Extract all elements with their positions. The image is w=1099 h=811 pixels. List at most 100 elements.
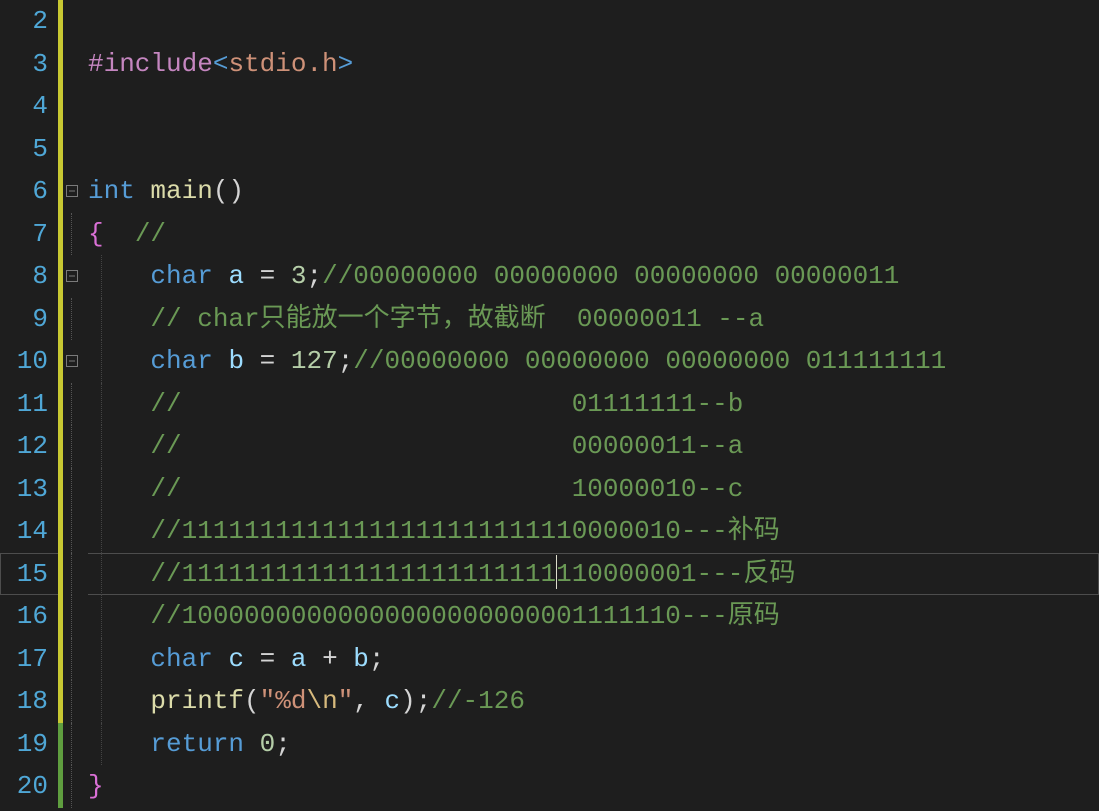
code-line[interactable]: 2 — [0, 0, 1099, 43]
gutter-marks — [58, 255, 88, 298]
token-op — [88, 729, 150, 759]
code-line[interactable]: 18 printf("%d\n", c);//-126 — [0, 680, 1099, 723]
token-ang: < — [213, 49, 229, 79]
token-kw: char — [150, 346, 212, 376]
line-number[interactable]: 11 — [0, 383, 58, 426]
code-content[interactable] — [88, 85, 1099, 128]
gutter-marks — [58, 765, 88, 808]
change-marker — [58, 255, 63, 298]
line-number[interactable]: 3 — [0, 43, 58, 86]
line-number[interactable]: 17 — [0, 638, 58, 681]
line-number[interactable]: 8 — [0, 255, 58, 298]
gutter-marks — [58, 213, 88, 256]
line-number[interactable]: 13 — [0, 468, 58, 511]
line-number[interactable]: 7 — [0, 213, 58, 256]
token-id: a — [228, 261, 244, 291]
code-content[interactable]: //11111111111111111111111110000010---补码 — [88, 510, 1099, 553]
indent-guide — [101, 680, 102, 723]
code-content[interactable]: // 10000010--c — [88, 468, 1099, 511]
code-line[interactable]: 6 int main() — [0, 170, 1099, 213]
code-line[interactable]: 14 //11111111111111111111111110000010---… — [0, 510, 1099, 553]
code-content[interactable]: char c = a + b; — [88, 638, 1099, 681]
token-cmt: 110000001---反码 — [556, 559, 795, 589]
code-content[interactable]: char b = 127;//00000000 00000000 0000000… — [88, 340, 1099, 383]
gutter-marks — [58, 170, 88, 213]
line-number[interactable]: 14 — [0, 510, 58, 553]
line-number[interactable]: 15 — [0, 553, 58, 596]
token-op — [88, 686, 150, 716]
fold-toggle-icon[interactable] — [66, 355, 78, 367]
code-line[interactable]: 10 char b = 127;//00000000 00000000 0000… — [0, 340, 1099, 383]
code-line[interactable]: 9 // char只能放一个字节，故截断 00000011 --a — [0, 298, 1099, 341]
code-line[interactable]: 13 // 10000010--c — [0, 468, 1099, 511]
line-number[interactable]: 2 — [0, 0, 58, 43]
code-content[interactable]: { // — [88, 213, 1099, 256]
token-pn: ; — [275, 729, 291, 759]
code-line[interactable]: 4 — [0, 85, 1099, 128]
gutter-marks — [58, 510, 88, 553]
code-line[interactable]: 7 { // — [0, 213, 1099, 256]
code-line[interactable]: 8 char a = 3;//00000000 00000000 0000000… — [0, 255, 1099, 298]
change-marker — [58, 680, 63, 723]
token-op: = — [244, 346, 291, 376]
code-content[interactable]: // char只能放一个字节，故截断 00000011 --a — [88, 298, 1099, 341]
fold-guide — [71, 383, 72, 426]
line-number[interactable]: 20 — [0, 765, 58, 808]
code-content[interactable] — [88, 128, 1099, 171]
code-line[interactable]: 12 // 00000011--a — [0, 425, 1099, 468]
token-op: + — [306, 644, 353, 674]
token-pn: ; — [338, 346, 354, 376]
token-pn: ; — [416, 686, 432, 716]
fold-toggle-icon[interactable] — [66, 185, 78, 197]
code-content[interactable]: char a = 3;//00000000 00000000 00000000 … — [88, 255, 1099, 298]
code-content[interactable] — [88, 0, 1099, 43]
token-op — [213, 644, 229, 674]
token-op — [88, 261, 150, 291]
code-content[interactable]: #include<stdio.h> — [88, 43, 1099, 86]
indent-guide — [101, 553, 102, 596]
token-id: c — [228, 644, 244, 674]
line-number[interactable]: 9 — [0, 298, 58, 341]
code-content[interactable]: printf("%d\n", c);//-126 — [88, 680, 1099, 723]
code-content[interactable]: //111111111111111111111111110000001---反码 — [88, 553, 1099, 596]
change-marker — [58, 595, 63, 638]
gutter-marks — [58, 425, 88, 468]
line-number[interactable]: 4 — [0, 85, 58, 128]
code-content[interactable]: return 0; — [88, 723, 1099, 766]
code-content[interactable]: //10000000000000000000000001111110---原码 — [88, 595, 1099, 638]
line-number[interactable]: 6 — [0, 170, 58, 213]
token-pn: ; — [306, 261, 322, 291]
token-brace: } — [88, 771, 104, 801]
token-cmt: //10000000000000000000000001111110---原码 — [150, 601, 779, 631]
line-number[interactable]: 12 — [0, 425, 58, 468]
code-content[interactable]: int main() — [88, 170, 1099, 213]
code-line[interactable]: 17 char c = a + b; — [0, 638, 1099, 681]
code-line[interactable]: 16 //10000000000000000000000001111110---… — [0, 595, 1099, 638]
code-line[interactable]: 3 #include<stdio.h> — [0, 43, 1099, 86]
token-op — [88, 559, 150, 589]
code-line[interactable]: 20} — [0, 765, 1099, 808]
line-number[interactable]: 10 — [0, 340, 58, 383]
code-content[interactable]: } — [88, 765, 1099, 808]
token-fn: main — [150, 176, 212, 206]
code-line[interactable]: 19 return 0; — [0, 723, 1099, 766]
line-number[interactable]: 18 — [0, 680, 58, 723]
change-marker — [58, 43, 63, 86]
line-number[interactable]: 16 — [0, 595, 58, 638]
token-op — [88, 431, 150, 461]
line-number[interactable]: 5 — [0, 128, 58, 171]
fold-toggle-icon[interactable] — [66, 270, 78, 282]
token-pn: () — [213, 176, 244, 206]
token-op — [88, 516, 150, 546]
code-content[interactable]: // 01111111--b — [88, 383, 1099, 426]
line-number[interactable]: 19 — [0, 723, 58, 766]
token-op — [88, 304, 150, 334]
code-line[interactable]: 5 — [0, 128, 1099, 171]
change-marker — [58, 170, 63, 213]
code-line[interactable]: 15 //111111111111111111111111110000001--… — [0, 553, 1099, 596]
gutter-marks — [58, 383, 88, 426]
token-brace: { — [88, 219, 104, 249]
code-content[interactable]: // 00000011--a — [88, 425, 1099, 468]
code-line[interactable]: 11 // 01111111--b — [0, 383, 1099, 426]
code-editor[interactable]: 23#include<stdio.h>456int main()7{ //8 c… — [0, 0, 1099, 811]
